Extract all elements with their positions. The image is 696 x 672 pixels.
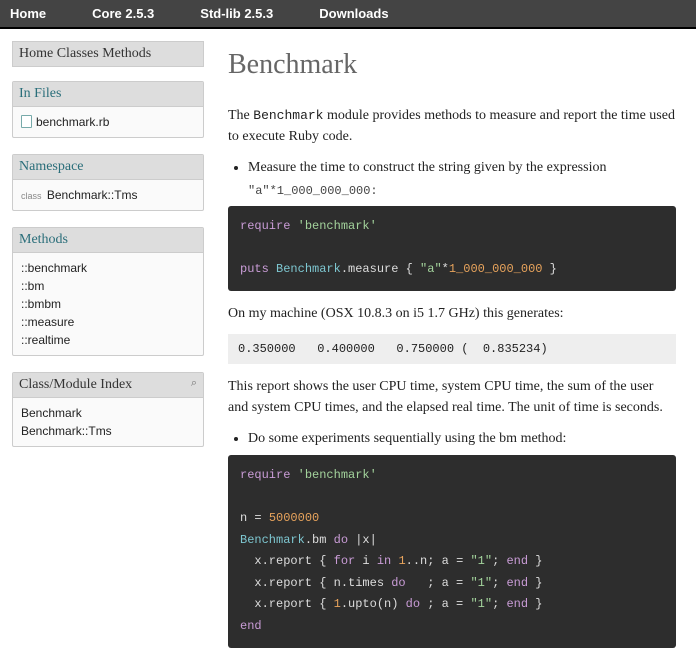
sidebar-tabs[interactable]: Home Classes Methods: [12, 41, 204, 67]
methods-title: Methods: [13, 228, 203, 253]
index-item[interactable]: Benchmark: [21, 404, 195, 422]
index-search-icon[interactable]: ⌕: [191, 377, 197, 390]
method-item[interactable]: ::realtime: [21, 331, 195, 349]
bullet-1: Measure the time to construct the string…: [248, 157, 676, 178]
method-item[interactable]: ::bm: [21, 277, 195, 295]
nav-core[interactable]: Core 2.5.3: [92, 6, 154, 21]
in-files-box: In Files benchmark.rb: [12, 81, 204, 138]
output-block-1: 0.350000 0.400000 0.750000 ( 0.835234): [228, 334, 676, 364]
sidebar: Home Classes Methods In Files benchmark.…: [12, 41, 204, 660]
method-item[interactable]: ::bmbm: [21, 295, 195, 313]
page-title: Benchmark: [228, 49, 676, 81]
nav-downloads[interactable]: Downloads: [319, 6, 388, 21]
method-item[interactable]: ::measure: [21, 313, 195, 331]
class-index-box: Class/Module Index⌕ Benchmark Benchmark:…: [12, 372, 204, 447]
namespace-box: Namespace class Benchmark::Tms: [12, 154, 204, 211]
on-machine: On my machine (OSX 10.8.3 on i5 1.7 GHz)…: [228, 303, 676, 324]
methods-box: Methods ::benchmark ::bm ::bmbm ::measur…: [12, 227, 204, 356]
method-item[interactable]: ::benchmark: [21, 259, 195, 277]
benchmark-code: Benchmark: [253, 108, 323, 123]
file-icon: [21, 115, 32, 128]
file-item[interactable]: benchmark.rb: [21, 113, 195, 131]
class-tag: class: [21, 191, 42, 201]
intro-paragraph: The Benchmark module provides methods to…: [228, 105, 676, 147]
nav-stdlib[interactable]: Std-lib 2.5.3: [200, 6, 273, 21]
nav-home[interactable]: Home: [10, 6, 46, 21]
namespace-title: Namespace: [13, 155, 203, 180]
code-block-1: require 'benchmark' puts Benchmark.measu…: [228, 206, 676, 291]
top-nav: Home Core 2.5.3 Std-lib 2.5.3 Downloads: [0, 0, 696, 29]
in-files-title: In Files: [13, 82, 203, 107]
bullet-2: Do some experiments sequentially using t…: [248, 428, 676, 449]
class-index-title: Class/Module Index⌕: [13, 373, 203, 398]
expr-1: "a"*1_000_000_000:: [248, 184, 676, 198]
index-item[interactable]: Benchmark::Tms: [21, 422, 195, 440]
namespace-item[interactable]: class Benchmark::Tms: [21, 186, 195, 204]
main-content: Benchmark The Benchmark module provides …: [228, 41, 676, 660]
code-block-2: require 'benchmark' n = 5000000 Benchmar…: [228, 455, 676, 648]
report-desc: This report shows the user CPU time, sys…: [228, 376, 676, 418]
